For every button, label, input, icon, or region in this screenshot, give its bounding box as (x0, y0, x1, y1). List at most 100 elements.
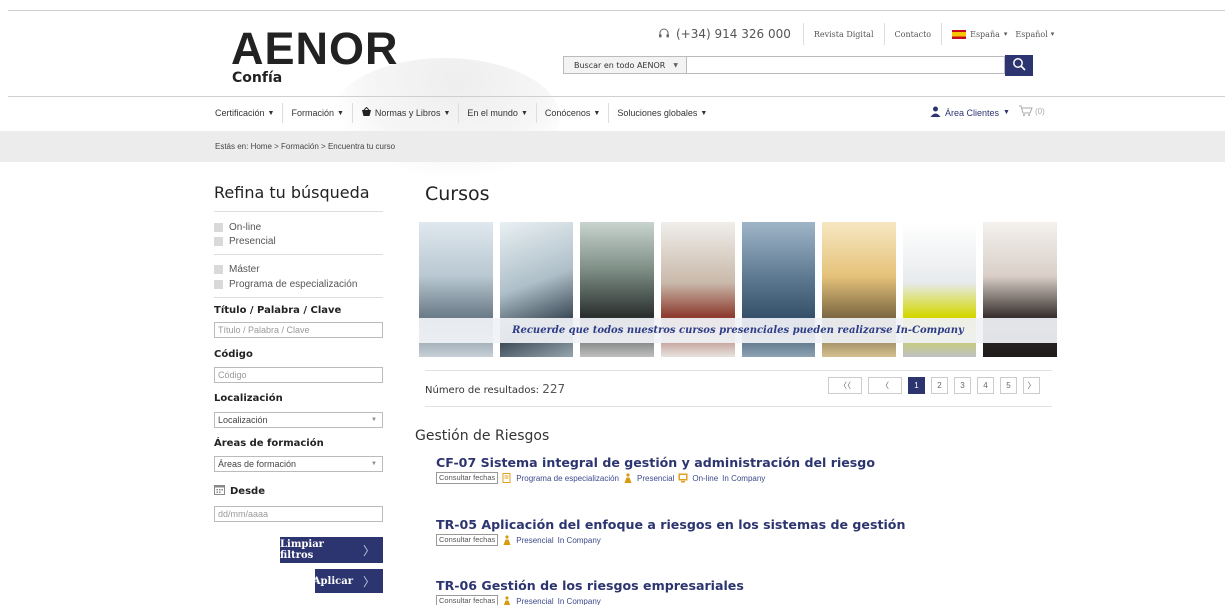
search-button[interactable] (1005, 55, 1033, 76)
title-field-label: Título / Palabra / Clave (214, 305, 342, 316)
course-meta: Consultar fechas Presencial In Company (436, 534, 601, 546)
checkbox[interactable] (214, 265, 223, 274)
caret-down-icon: ▼ (371, 417, 377, 423)
page-button-5[interactable]: 5 (1000, 377, 1017, 394)
search-scope-label: Buscar en todo AENOR (574, 60, 666, 70)
calendar-icon (214, 484, 225, 498)
country-label: España (970, 29, 1000, 39)
tag-presencial: Presencial (516, 535, 554, 545)
clear-filters-button[interactable]: Limpiar filtros 〉 (280, 537, 383, 563)
checkbox[interactable] (214, 237, 223, 246)
certificate-icon (502, 473, 512, 483)
revista-digital-link[interactable]: Revista Digital (804, 30, 884, 39)
cart-button[interactable]: (0) (1018, 104, 1045, 119)
phone-number[interactable]: (+34) 914 326 000 (676, 27, 791, 41)
page-button-3[interactable]: 3 (954, 377, 971, 394)
checkbox-label: Presencial (229, 236, 276, 247)
checkbox-master[interactable]: Máster (214, 264, 260, 275)
next-page-button[interactable]: 〉 (1023, 377, 1040, 394)
page-button-1[interactable]: 1 (908, 377, 925, 394)
course-meta: Consultar fechas Presencial In Company (436, 595, 601, 605)
caret-down-icon: ▾ (1050, 30, 1055, 38)
nav-normas-libros[interactable]: Normas y Libros ▼ (353, 103, 460, 123)
aenor-logo[interactable]: AENOR (231, 26, 399, 71)
checkbox-label: Máster (229, 264, 260, 275)
caret-down-icon: ▼ (336, 109, 344, 117)
location-select[interactable]: Localización ▼ (214, 412, 383, 428)
nav-label: Normas y Libros (374, 108, 441, 118)
date-field-label: Desde (214, 484, 265, 498)
areas-field-label: Áreas de formación (214, 438, 324, 449)
nav-label: Soluciones globales (617, 108, 698, 118)
nav-formacion[interactable]: Formación ▼ (283, 103, 353, 123)
tag-especializacion: Programa de especialización (516, 473, 620, 483)
consult-dates-button[interactable]: Consultar fechas (436, 534, 499, 546)
search-input[interactable] (687, 56, 1005, 74)
apply-button[interactable]: Aplicar 〉 (312, 569, 383, 593)
tag-in-company: In Company (557, 596, 601, 605)
area-clientes-menu[interactable]: Área Clientes ▼ (930, 106, 1010, 119)
language-selector[interactable]: Español ▾ (1011, 30, 1058, 39)
page-button-2[interactable]: 2 (931, 377, 948, 394)
breadcrumb[interactable]: Estás en: Home > Formación > Encuentra t… (215, 142, 395, 151)
course-meta: Consultar fechas Programa de especializa… (436, 472, 765, 484)
caret-down-icon: ▼ (1003, 109, 1010, 116)
country-selector[interactable]: España ▾ (942, 29, 1011, 39)
nav-label: En el mundo (467, 108, 518, 118)
tag-presencial: Presencial (637, 473, 675, 483)
results-count: Número de resultados: 227 (425, 382, 565, 396)
logo-tagline: Confía (232, 70, 283, 86)
code-field-label: Código (214, 349, 253, 360)
divider (425, 406, 1052, 407)
nav-soluciones-globales[interactable]: Soluciones globales ▼ (609, 103, 715, 123)
breadcrumb-bar (0, 131, 1225, 162)
title-keyword-input[interactable]: Título / Palabra / Clave (214, 322, 383, 338)
consult-dates-button[interactable]: Consultar fechas (436, 595, 499, 605)
basket-icon (361, 106, 372, 119)
caret-down-icon: ▾ (1003, 30, 1008, 38)
nav-label: Certificación (215, 108, 265, 118)
contacto-link[interactable]: Contacto (885, 30, 942, 39)
page-title: Cursos (425, 183, 490, 205)
consult-dates-button[interactable]: Consultar fechas (436, 472, 499, 484)
cart-count: (0) (1035, 107, 1045, 116)
course-title-link[interactable]: CF-07 Sistema integral de gestión y admi… (436, 455, 875, 470)
divider (214, 297, 383, 298)
course-title-link[interactable]: TR-06 Gestión de los riesgos empresarial… (436, 578, 744, 593)
select-value: Áreas de formación (218, 459, 297, 469)
divider (425, 370, 1052, 371)
top-bar: (+34) 914 326 000 Revista Digital Contac… (658, 22, 1058, 46)
search-icon (1012, 56, 1026, 75)
search-scope-select[interactable]: Buscar en todo AENOR ▼ (563, 56, 687, 74)
checkbox-online[interactable]: On-line (214, 222, 261, 233)
banner-text: Recuerde que todos nuestros cursos prese… (512, 325, 964, 336)
date-from-input[interactable]: dd/mm/aaaa (214, 506, 383, 522)
caret-down-icon: ▼ (700, 109, 708, 117)
results-label: Número de resultados: (425, 385, 540, 396)
caret-down-icon: ▼ (443, 109, 451, 117)
button-label: Aplicar (312, 575, 353, 587)
code-input[interactable]: Código (214, 367, 383, 383)
language-label: Español (1015, 29, 1048, 39)
course-title-link[interactable]: TR-05 Aplicación del enfoque a riesgos e… (436, 517, 905, 532)
first-page-button[interactable]: 〈〈 (828, 377, 862, 394)
tag-in-company: In Company (557, 535, 601, 545)
caret-down-icon: ▼ (267, 109, 275, 117)
nav-certificacion[interactable]: Certificación ▼ (207, 103, 284, 123)
nav-en-el-mundo[interactable]: En el mundo ▼ (459, 103, 537, 123)
page-button-4[interactable]: 4 (977, 377, 994, 394)
previous-page-button[interactable]: 〈 (868, 377, 902, 394)
area-clientes-label: Área Clientes (945, 107, 1000, 118)
caret-down-icon: ▼ (593, 109, 601, 117)
results-number: 227 (542, 382, 566, 396)
checkbox[interactable] (214, 223, 223, 232)
nav-conocenos[interactable]: Conócenos ▼ (537, 103, 610, 123)
checkbox[interactable] (214, 280, 223, 289)
section-title: Gestión de Riesgos (415, 428, 550, 444)
tag-online: On-line (692, 473, 719, 483)
checkbox-especializacion[interactable]: Programa de especialización (214, 279, 357, 290)
chevron-left-icon: 〈 (881, 381, 889, 390)
checkbox-presencial[interactable]: Presencial (214, 236, 276, 247)
checkbox-label: On-line (229, 222, 262, 233)
areas-select[interactable]: Áreas de formación ▼ (214, 456, 383, 472)
